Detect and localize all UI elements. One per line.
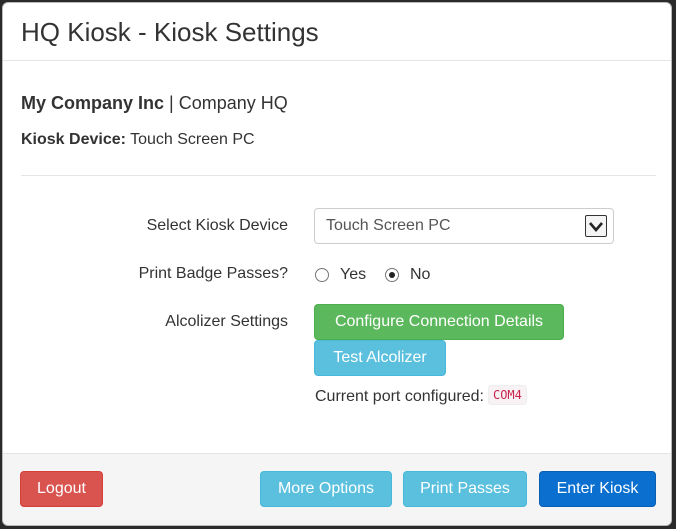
dialog-footer: Logout More Options Print Passes Enter K… [3, 453, 671, 525]
alcolizer-settings-label: Alcolizer Settings [165, 313, 288, 330]
print-passes-button[interactable]: Print Passes [403, 471, 527, 507]
more-options-button[interactable]: More Options [260, 471, 392, 507]
dialog-header: HQ Kiosk - Kiosk Settings [3, 3, 671, 61]
kiosk-device-label: Kiosk Device: [21, 131, 126, 148]
kiosk-device-value: Touch Screen PC [130, 131, 255, 148]
current-port-value: COM4 [487, 385, 527, 405]
configure-connection-button[interactable]: Configure Connection Details [314, 304, 564, 340]
current-port-line: Current port configured: COM4 [315, 385, 527, 407]
radio-no-label[interactable]: No [410, 265, 430, 285]
kiosk-settings-dialog: HQ Kiosk - Kiosk Settings My Company Inc… [2, 2, 672, 526]
company-location: Company HQ [178, 93, 288, 113]
select-device-label: Select Kiosk Device [146, 217, 288, 234]
radio-no-circle[interactable] [385, 268, 399, 282]
radio-yes-circle[interactable] [315, 268, 329, 282]
enter-kiosk-button[interactable]: Enter Kiosk [539, 471, 656, 507]
test-alcolizer-button[interactable]: Test Alcolizer [314, 340, 446, 376]
chevron-down-icon[interactable] [585, 215, 607, 237]
kiosk-device-select[interactable]: Touch Screen PC [314, 208, 614, 244]
kiosk-device-select-value: Touch Screen PC [326, 217, 451, 234]
print-badge-label: Print Badge Passes? [138, 265, 288, 282]
logout-button[interactable]: Logout [20, 471, 103, 507]
kiosk-device-line: Kiosk Device: Touch Screen PC [21, 130, 255, 150]
section-divider [21, 175, 656, 176]
company-separator: | [169, 93, 174, 113]
current-port-label: Current port configured: [315, 388, 484, 405]
company-line: My Company Inc | Company HQ [21, 92, 288, 114]
radio-yes-label[interactable]: Yes [340, 265, 366, 285]
dialog-title: HQ Kiosk - Kiosk Settings [21, 17, 319, 47]
company-name: My Company Inc [21, 93, 165, 113]
